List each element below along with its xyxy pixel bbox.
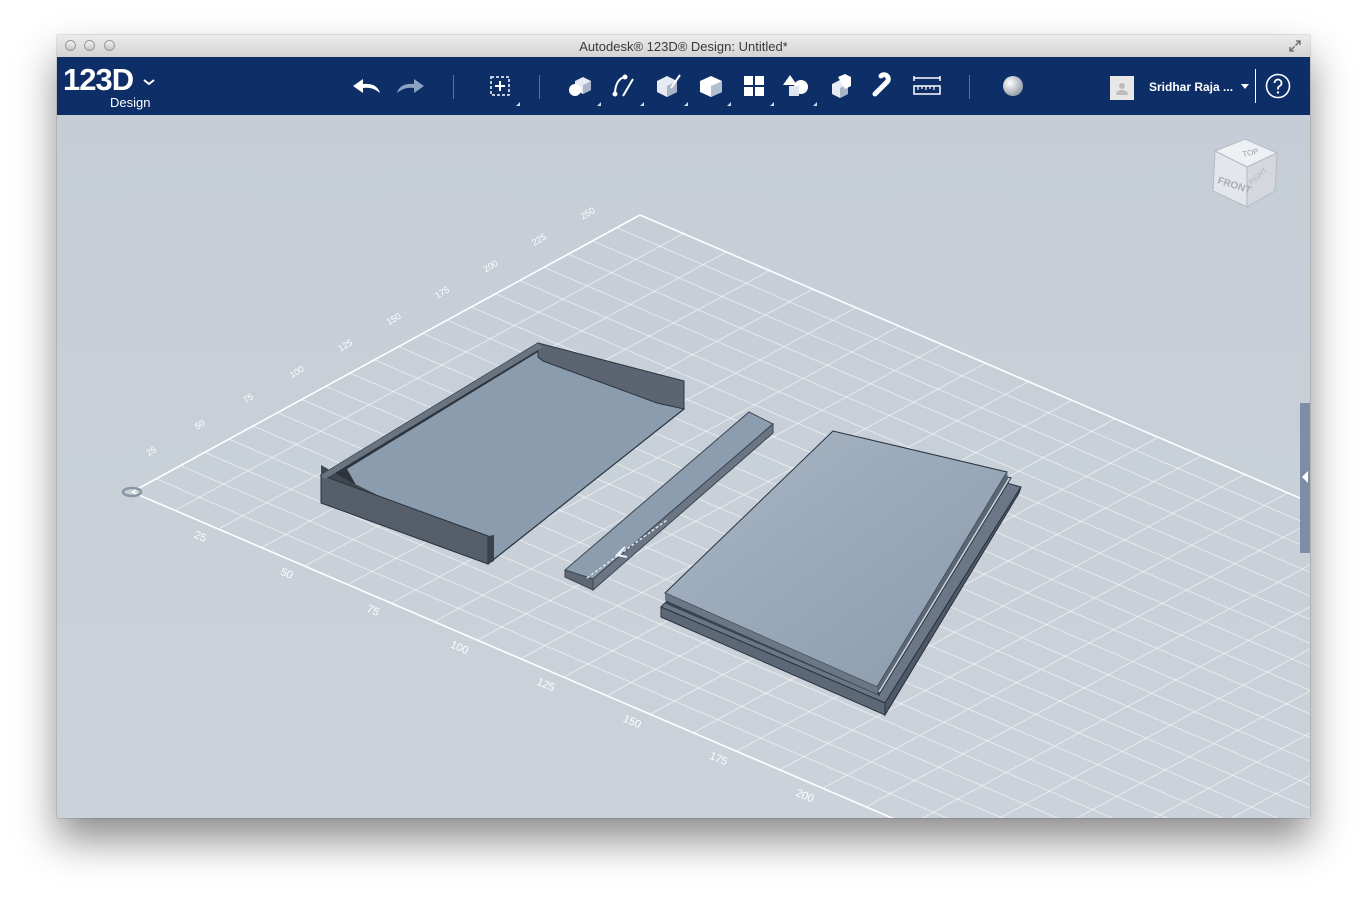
pattern-button[interactable] <box>737 70 774 106</box>
main-toolbar: 123D Design Sridhar Raja ... <box>57 57 1310 115</box>
grid-label-y: 150 <box>385 311 403 327</box>
undo-button[interactable] <box>350 70 384 102</box>
grid-scene[interactable]: 25 50 75 100 125 150 175 200 25 50 75 100 125 150 175… <box>57 115 1310 818</box>
snap-icon <box>872 72 891 97</box>
grid-line <box>921 606 1310 818</box>
title-bar: Autodesk® 123D® Design: Untitled* <box>57 35 1310 58</box>
grid-label-y: 50 <box>193 418 207 432</box>
grid-label-x: 175 <box>708 750 730 768</box>
toolbar-separator <box>453 75 454 99</box>
toolbar-separator <box>969 75 970 99</box>
material-button[interactable] <box>996 70 1030 102</box>
logo-text: 123D <box>63 62 134 97</box>
grid-label-y: 125 <box>336 337 354 353</box>
help-icon[interactable] <box>1265 73 1291 99</box>
chevron-down-icon[interactable] <box>141 74 157 90</box>
modify-icon <box>700 76 722 97</box>
window-title: Autodesk® 123D® Design: Untitled* <box>579 39 788 54</box>
toolbar-separator <box>539 75 540 99</box>
sketch-icon <box>612 74 634 97</box>
primitives-icon <box>569 77 591 96</box>
grid-label-x: 25 <box>192 529 208 545</box>
app-logo[interactable]: 123D Design <box>63 62 155 110</box>
toolbar-separator <box>1255 69 1256 103</box>
snap-button[interactable] <box>867 70 901 102</box>
grid-label-x: 75 <box>365 603 381 619</box>
material-icon <box>1003 76 1023 96</box>
modify-button[interactable] <box>694 70 731 106</box>
view-cube[interactable]: TOP FRONT RIGHT <box>1207 133 1283 215</box>
user-icon <box>1116 83 1128 95</box>
logo-subtitle: Design <box>110 95 151 110</box>
transform-button[interactable] <box>483 70 520 106</box>
fullscreen-icon[interactable] <box>1288 39 1302 53</box>
grid-line <box>1076 690 1310 818</box>
transform-icon <box>490 76 510 96</box>
user-menu-dropdown-icon[interactable] <box>1241 84 1249 89</box>
construct-icon <box>657 74 681 97</box>
sketch-button[interactable] <box>607 70 644 106</box>
grid-label-y: 200 <box>482 258 500 274</box>
3d-viewport[interactable]: 25 50 75 100 125 150 175 200 25 50 75 100 125 150 175… <box>57 115 1310 818</box>
undo-icon <box>353 79 380 93</box>
grid-line <box>1307 816 1310 818</box>
grid-line <box>180 465 1004 818</box>
redo-button[interactable] <box>393 70 427 102</box>
measure-icon <box>913 76 941 95</box>
grid-label-y: 225 <box>530 232 548 248</box>
app-window: Autodesk® 123D® Design: Untitled* 123D D… <box>57 35 1310 818</box>
combine-icon <box>832 74 851 98</box>
grouping-icon <box>783 75 808 96</box>
primitives-button[interactable] <box>564 70 601 106</box>
grid-label-x: 150 <box>621 713 643 731</box>
grid-label-x: 125 <box>535 676 557 694</box>
grid-label-y: 175 <box>433 284 451 300</box>
user-name[interactable]: Sridhar Raja ... <box>1149 80 1233 94</box>
grid-line <box>1153 732 1310 818</box>
grouping-button[interactable] <box>780 70 817 106</box>
grid-label-y: 250 <box>579 205 597 221</box>
grid-label-x: 100 <box>448 639 470 657</box>
measure-button[interactable] <box>910 70 944 102</box>
grid-label-y: 100 <box>288 364 306 380</box>
combine-button[interactable] <box>824 70 858 102</box>
side-panel-toggle[interactable] <box>1300 403 1310 553</box>
avatar[interactable] <box>1110 76 1134 100</box>
grid-label-y: 75 <box>241 391 255 405</box>
grid-line <box>156 478 949 818</box>
construct-button[interactable] <box>651 70 688 106</box>
grid-label-x: 50 <box>279 566 295 582</box>
grid-label-y: 25 <box>145 444 159 458</box>
grid-label-x: 200 <box>794 787 816 805</box>
redo-icon <box>397 79 424 93</box>
pattern-icon <box>744 76 764 96</box>
